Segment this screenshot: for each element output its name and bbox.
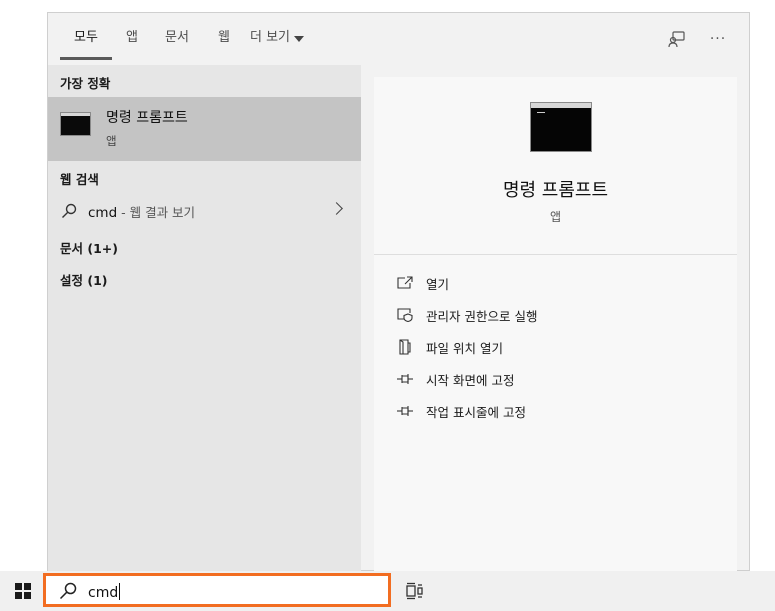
best-match-title: 명령 프롬프트 xyxy=(106,110,188,126)
best-match-header: 가장 정확 xyxy=(60,76,111,91)
action-pin-to-start[interactable]: 시작 화면에 고정 xyxy=(396,368,514,390)
best-match-item[interactable]: 명령 프롬프트 앱 xyxy=(48,97,361,161)
preview-title: 명령 프롬프트 xyxy=(502,180,609,201)
more-options-icon[interactable]: ··· xyxy=(706,27,730,51)
run-as-admin-icon xyxy=(396,307,414,323)
results-list: 가장 정확 명령 프롬프트 앱 웹 검색 cmd - 웹 결과 보기 문서 (1… xyxy=(48,65,361,572)
web-result-text: cmd - 웹 결과 보기 xyxy=(88,202,195,221)
feedback-icon[interactable] xyxy=(665,27,689,51)
preview-pane: 명령 프롬프트 앱 열기 관리자 권한으로 실행 파일 위치 열기 시작 화면에… xyxy=(374,77,737,572)
action-open-label: 열기 xyxy=(426,276,450,292)
action-pin-to-taskbar[interactable]: 작업 표시줄에 고정 xyxy=(396,400,526,422)
tab-more[interactable]: 더 보기 xyxy=(250,29,305,47)
filter-tabs: 모두 앱 문서 웹 더 보기 ··· xyxy=(48,13,749,65)
tab-web[interactable]: 웹 xyxy=(218,29,230,47)
action-pin-to-taskbar-label: 작업 표시줄에 고정 xyxy=(426,404,526,420)
command-prompt-icon xyxy=(60,112,91,136)
dropdown-arrow-icon xyxy=(294,36,305,42)
chevron-right-icon[interactable] xyxy=(330,202,343,215)
documents-category[interactable]: 문서 (1+) xyxy=(60,238,118,257)
action-run-as-admin[interactable]: 관리자 권한으로 실행 xyxy=(396,304,537,326)
pin-icon xyxy=(396,371,414,387)
tab-all[interactable]: 모두 xyxy=(74,29,98,47)
active-tab-indicator xyxy=(60,57,112,60)
search-input-value: cmd xyxy=(88,585,119,601)
web-search-result[interactable]: cmd - 웹 결과 보기 xyxy=(48,197,361,225)
tab-more-label: 더 보기 xyxy=(250,30,291,45)
action-open[interactable]: 열기 xyxy=(396,272,449,294)
command-prompt-large-icon xyxy=(530,102,592,152)
text-caret xyxy=(119,583,121,600)
windows-start-icon[interactable] xyxy=(15,583,31,599)
app-preview: 명령 프롬프트 앱 xyxy=(374,77,737,255)
taskbar-search-box[interactable]: cmd xyxy=(43,573,391,607)
pin-icon xyxy=(396,403,414,419)
action-run-as-admin-label: 관리자 권한으로 실행 xyxy=(426,308,538,324)
tab-documents[interactable]: 문서 xyxy=(165,29,189,47)
open-icon xyxy=(396,275,414,291)
settings-category[interactable]: 설정 (1) xyxy=(60,270,107,289)
search-icon xyxy=(61,203,77,223)
task-view-icon[interactable] xyxy=(405,581,425,601)
action-file-location-label: 파일 위치 열기 xyxy=(426,340,503,356)
preview-subtitle: 앱 xyxy=(549,210,562,224)
best-match-subtitle: 앱 xyxy=(106,134,117,148)
action-open-file-location[interactable]: 파일 위치 열기 xyxy=(396,336,503,358)
tab-apps[interactable]: 앱 xyxy=(126,29,138,47)
search-input[interactable]: cmd xyxy=(88,583,121,601)
web-search-header: 웹 검색 xyxy=(60,172,99,187)
search-icon xyxy=(59,582,77,604)
web-result-query: cmd xyxy=(88,205,118,221)
start-search-panel: 모두 앱 문서 웹 더 보기 ··· 가장 정확 명령 프롬프트 앱 웹 검색 xyxy=(47,12,750,572)
web-result-suffix: - 웹 결과 보기 xyxy=(117,205,196,220)
action-pin-to-start-label: 시작 화면에 고정 xyxy=(426,372,515,388)
taskbar: cmd xyxy=(0,571,775,611)
file-location-icon xyxy=(396,339,414,355)
